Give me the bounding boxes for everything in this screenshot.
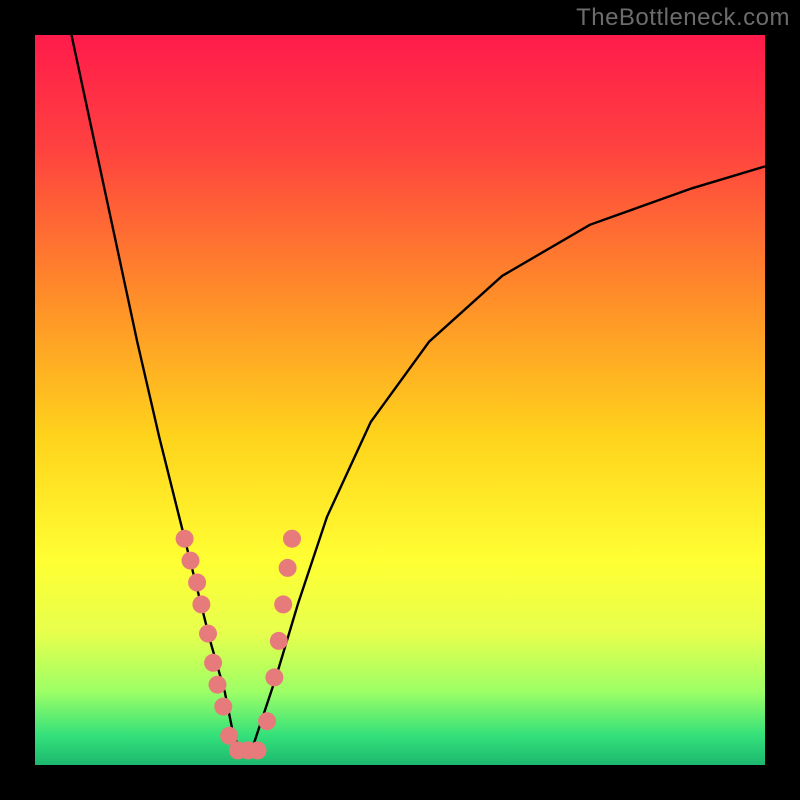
highlight-dot	[249, 741, 267, 759]
highlight-dot	[192, 595, 210, 613]
chart-stage: TheBottleneck.com	[0, 0, 800, 800]
watermark-text: TheBottleneck.com	[576, 4, 790, 32]
highlight-dot	[214, 698, 232, 716]
highlight-dot	[176, 530, 194, 548]
plot-background	[35, 35, 765, 765]
highlight-dot	[209, 676, 227, 694]
highlight-dot	[265, 668, 283, 686]
highlight-dot	[199, 625, 217, 643]
highlight-dot	[188, 574, 206, 592]
highlight-dot	[182, 552, 200, 570]
highlight-dot	[204, 654, 222, 672]
highlight-dot	[270, 632, 288, 650]
chart-svg	[0, 0, 800, 800]
highlight-dot	[274, 595, 292, 613]
highlight-dot	[283, 530, 301, 548]
highlight-dot	[258, 712, 276, 730]
highlight-dot	[279, 559, 297, 577]
